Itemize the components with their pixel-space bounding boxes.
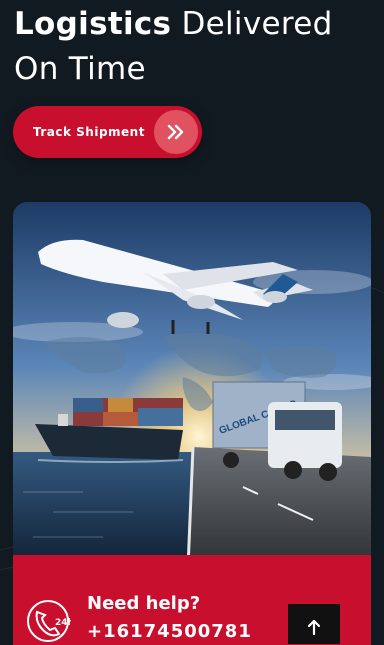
hero-title-strong: Logistics — [14, 6, 172, 42]
double-chevron-right-icon — [154, 110, 198, 154]
help-title: Need help? — [87, 593, 201, 614]
help-phone-link[interactable]: +16174500781 — [87, 621, 252, 642]
phone-24h-icon: 24h — [27, 600, 71, 642]
arrow-up-icon — [307, 619, 321, 636]
hero-title-line2: On Time — [14, 51, 146, 87]
track-shipment-button[interactable]: Track Shipment — [13, 106, 202, 158]
hero-logistics-image: GLOBAL CARGO — [13, 202, 371, 568]
badge-24h: 24h — [55, 618, 71, 628]
track-shipment-label: Track Shipment — [33, 125, 145, 139]
scroll-to-top-button[interactable] — [288, 604, 340, 644]
hero-title-rest: Delivered — [171, 6, 333, 42]
hero-title: Logistics Delivered On Time — [14, 2, 333, 92]
